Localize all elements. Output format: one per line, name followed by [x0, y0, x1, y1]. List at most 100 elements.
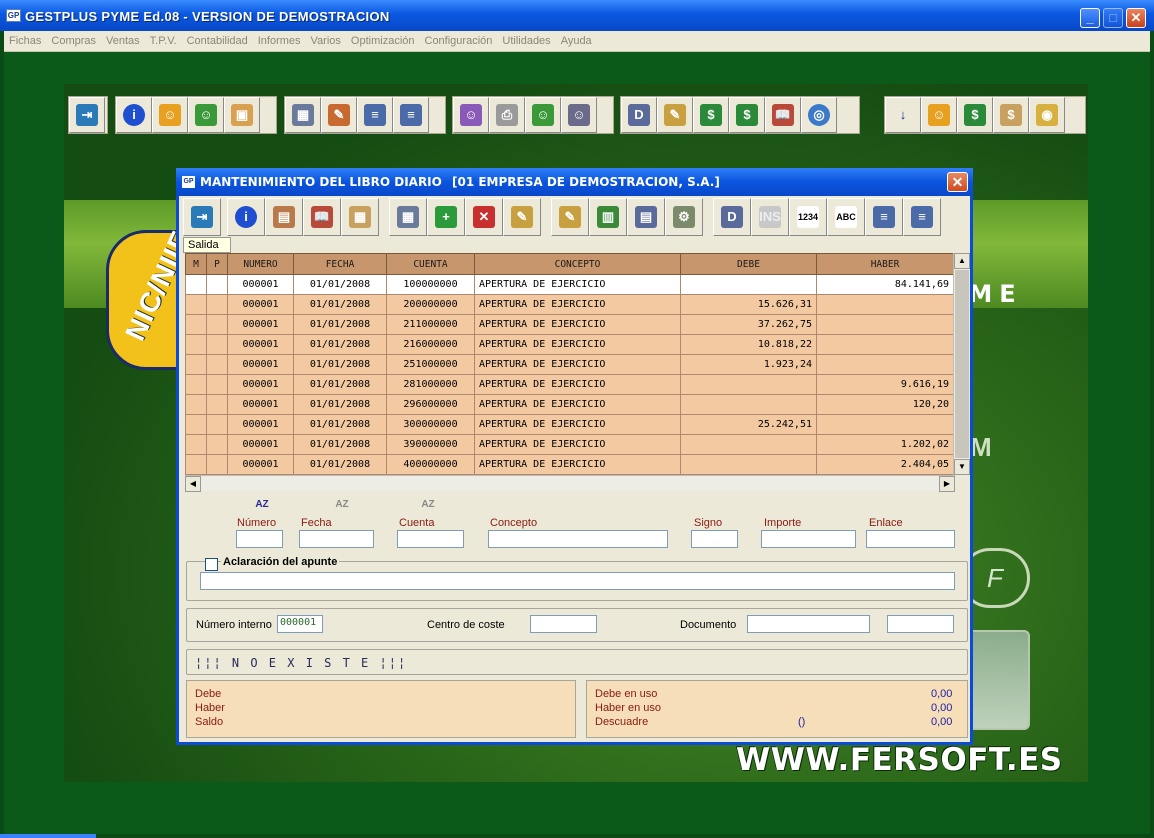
- menu-varios[interactable]: Varios: [306, 31, 346, 47]
- cell-concepto[interactable]: APERTURA DE EJERCICIO: [474, 374, 681, 395]
- enlace-field[interactable]: [866, 530, 955, 548]
- cell-cuenta[interactable]: 200000000: [386, 294, 475, 315]
- iva-plus-icon[interactable]: ≡: [865, 198, 903, 236]
- menu-optimizacion[interactable]: Optimización: [346, 31, 420, 47]
- table-row[interactable]: 000001 01/01/2008 216000000 APERTURA DE EJE…: [185, 334, 954, 355]
- cell-haber[interactable]: 1.202,02: [816, 434, 954, 455]
- cell-numero[interactable]: 000001: [227, 454, 294, 475]
- cell-debe[interactable]: 10.818,22: [680, 334, 817, 355]
- col-header-numero[interactable]: NUMERO: [227, 253, 294, 275]
- menu-utilidades[interactable]: Utilidades: [497, 31, 555, 47]
- table-row[interactable]: 000001 01/01/2008 400000000 APERTURA DE EJE…: [185, 454, 954, 475]
- clients-icon[interactable]: ☺: [152, 97, 188, 133]
- iva-plus-icon[interactable]: ≡: [393, 97, 429, 133]
- delete-row-icon[interactable]: ✕: [465, 198, 503, 236]
- cell-concepto[interactable]: APERTURA DE EJERCICIO: [474, 434, 681, 455]
- cell-haber[interactable]: 120,20: [816, 394, 954, 415]
- scroll-up-arrow-icon[interactable]: ▲: [954, 253, 970, 269]
- cell-cuenta[interactable]: 296000000: [386, 394, 475, 415]
- cell-debe[interactable]: [680, 374, 817, 395]
- cell-haber[interactable]: [816, 354, 954, 375]
- cell-debe[interactable]: 37.262,75: [680, 314, 817, 335]
- cell-concepto[interactable]: APERTURA DE EJERCICIO: [474, 314, 681, 335]
- menu-ventas[interactable]: Ventas: [101, 31, 145, 47]
- cell-debe[interactable]: 15.626,31: [680, 294, 817, 315]
- cell-concepto[interactable]: APERTURA DE EJERCICIO: [474, 414, 681, 435]
- cell-debe[interactable]: 25.242,51: [680, 414, 817, 435]
- table-row[interactable]: 000001 01/01/2008 296000000 APERTURA DE EJE…: [185, 394, 954, 415]
- col-header-fecha[interactable]: FECHA: [293, 253, 387, 275]
- cell-haber[interactable]: 84.141,69: [816, 274, 954, 295]
- printer-icon[interactable]: ⎙: [489, 97, 525, 133]
- table-row[interactable]: 000001 01/01/2008 390000000 APERTURA DE EJE…: [185, 434, 954, 455]
- calculator-icon[interactable]: ▦: [389, 198, 427, 236]
- table-row[interactable]: 000001 01/01/2008 251000000 APERTURA DE EJE…: [185, 354, 954, 375]
- cell-debe[interactable]: 1.923,24: [680, 354, 817, 375]
- centro-coste-field[interactable]: [530, 615, 597, 633]
- map-money-icon[interactable]: $: [993, 97, 1029, 133]
- orders-icon[interactable]: ✎: [321, 97, 357, 133]
- write-entry-icon[interactable]: ✎: [551, 198, 589, 236]
- report-icon[interactable]: ▤: [627, 198, 665, 236]
- table-row[interactable]: 000001 01/01/2008 100000000 APERTURA DE EJE…: [185, 274, 954, 295]
- sort-az-icon[interactable]: ↓: [885, 97, 921, 133]
- menu-compras[interactable]: Compras: [46, 31, 101, 47]
- cash-transfer-icon[interactable]: $: [957, 97, 993, 133]
- book-icon[interactable]: 📖: [303, 198, 341, 236]
- agent-icon[interactable]: ☺: [453, 97, 489, 133]
- sort-fecha-icon[interactable]: AZ: [335, 500, 349, 510]
- payments-icon[interactable]: $: [693, 97, 729, 133]
- exit-icon[interactable]: ⇥: [183, 198, 221, 236]
- cell-cuenta[interactable]: 281000000: [386, 374, 475, 395]
- tools-icon[interactable]: ⚙: [665, 198, 703, 236]
- table-row[interactable]: 000001 01/01/2008 211000000 APERTURA DE EJE…: [185, 314, 954, 335]
- cell-haber[interactable]: [816, 414, 954, 435]
- aclaracion-field[interactable]: [200, 572, 955, 590]
- documento-field[interactable]: [747, 615, 870, 633]
- cell-haber[interactable]: 2.404,05: [816, 454, 954, 475]
- cell-fecha[interactable]: 01/01/2008: [293, 334, 387, 355]
- sort-cuenta-icon[interactable]: AZ: [421, 500, 435, 510]
- info-icon[interactable]: i: [227, 198, 265, 236]
- cell-numero[interactable]: 000001: [227, 294, 294, 315]
- col-header-haber[interactable]: HABER: [816, 253, 954, 275]
- cell-fecha[interactable]: 01/01/2008: [293, 314, 387, 335]
- table-row[interactable]: 000001 01/01/2008 300000000 APERTURA DE EJE…: [185, 414, 954, 435]
- dialog-close-button[interactable]: ✕: [947, 172, 968, 192]
- cell-numero[interactable]: 000001: [227, 434, 294, 455]
- add-row-icon[interactable]: +: [427, 198, 465, 236]
- cell-concepto[interactable]: APERTURA DE EJERCICIO: [474, 354, 681, 375]
- articles-box-icon[interactable]: ▣: [224, 97, 260, 133]
- info-icon[interactable]: i: [116, 97, 152, 133]
- cell-fecha[interactable]: 01/01/2008: [293, 294, 387, 315]
- edit-row-icon[interactable]: ✎: [503, 198, 541, 236]
- suppliers-icon[interactable]: ☺: [188, 97, 224, 133]
- table-row[interactable]: 000001 01/01/2008 200000000 APERTURA DE EJE…: [185, 294, 954, 315]
- cell-debe[interactable]: [680, 454, 817, 475]
- scroll-thumb[interactable]: [955, 270, 969, 458]
- cell-concepto[interactable]: APERTURA DE EJERCICIO: [474, 394, 681, 415]
- account-ledger-icon[interactable]: ▤: [265, 198, 303, 236]
- cell-numero[interactable]: 000001: [227, 354, 294, 375]
- find-text-icon[interactable]: ABC: [827, 198, 865, 236]
- cell-fecha[interactable]: 01/01/2008: [293, 274, 387, 295]
- chart-icon[interactable]: ▥: [589, 198, 627, 236]
- delivery-icon[interactable]: ☺: [525, 97, 561, 133]
- scroll-down-arrow-icon[interactable]: ▼: [954, 459, 970, 475]
- edit-entry-icon[interactable]: ✎: [657, 97, 693, 133]
- col-header-m[interactable]: M: [185, 253, 207, 275]
- cell-debe[interactable]: [680, 274, 817, 295]
- cell-cuenta[interactable]: 300000000: [386, 414, 475, 435]
- cuenta-field[interactable]: [397, 530, 464, 548]
- cell-numero[interactable]: 000001: [227, 334, 294, 355]
- menu-configuracion[interactable]: Configuración: [420, 31, 498, 47]
- sort-numero-icon[interactable]: AZ: [255, 500, 269, 510]
- diario-edit-icon[interactable]: D: [713, 198, 751, 236]
- lifebuoy-icon[interactable]: ◎: [801, 97, 837, 133]
- cell-fecha[interactable]: 01/01/2008: [293, 434, 387, 455]
- cell-fecha[interactable]: 01/01/2008: [293, 454, 387, 475]
- maximize-button[interactable]: □: [1103, 8, 1123, 28]
- cell-haber[interactable]: 9.616,19: [816, 374, 954, 395]
- minimize-button[interactable]: _: [1080, 8, 1100, 28]
- col-header-concepto[interactable]: CONCEPTO: [474, 253, 681, 275]
